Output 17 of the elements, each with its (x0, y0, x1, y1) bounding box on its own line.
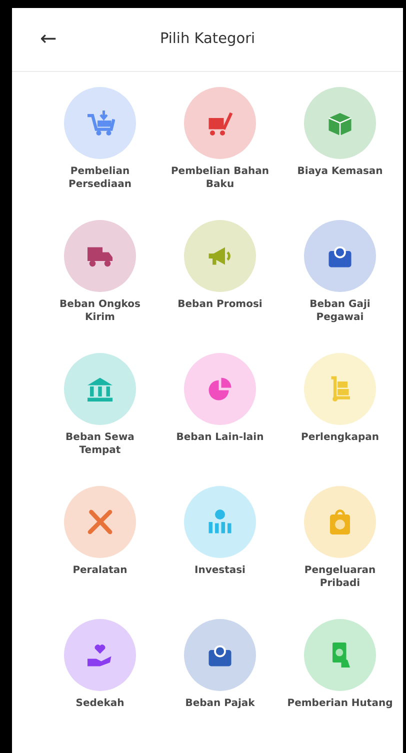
category-button[interactable]: Beban Gaji Pegawai (280, 220, 400, 326)
category-button[interactable]: Biaya Kemasan (280, 87, 400, 193)
category-button[interactable]: Pemberian Hutang (280, 619, 400, 725)
category-button[interactable]: Beban Sewa Tempat (40, 353, 160, 459)
category-button[interactable]: Pengeluaran Pribadi (280, 486, 400, 592)
category-button[interactable]: Sedekah (40, 619, 160, 725)
category-button[interactable]: Pembelian Bahan Baku (160, 87, 280, 193)
category-button[interactable]: Beban Promosi (160, 220, 280, 326)
page-title: Pilih Kategori (160, 30, 256, 49)
back-button[interactable]: ← (34, 26, 63, 50)
category-button[interactable]: Perlengkapan (280, 353, 400, 459)
category-button[interactable]: Beban Pajak (160, 619, 280, 725)
category-button[interactable]: Beban Ongkos Kirim (40, 220, 160, 326)
category-button[interactable]: Pembelian Persediaan (40, 87, 160, 193)
category-button[interactable]: Beban Lain-lain (160, 353, 280, 459)
category-button[interactable]: Peralatan (40, 486, 160, 592)
category-button[interactable]: Investasi (160, 486, 280, 592)
